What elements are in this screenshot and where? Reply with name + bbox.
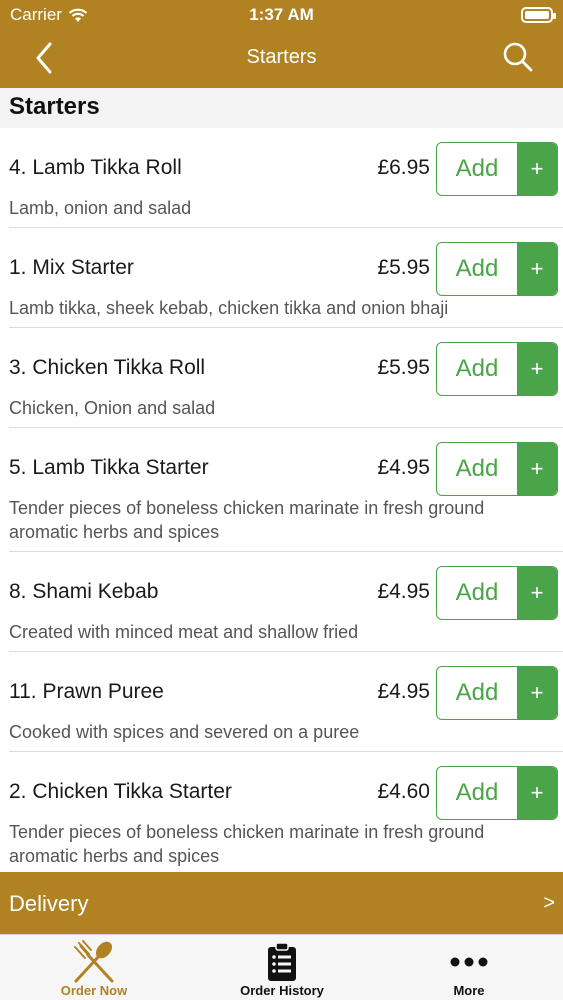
search-button[interactable] <box>501 40 535 74</box>
add-label: Add <box>455 355 499 382</box>
section-title: Starters <box>0 88 563 128</box>
menu-item[interactable]: 11. Prawn Puree £4.95 Add + Cooked with spic… <box>9 652 563 752</box>
menu-item[interactable]: 8. Shami Kebab £4.95 Add + Created with minc… <box>9 552 563 652</box>
tab-label-order-history: Order History <box>240 983 324 998</box>
item-price: £4.95 <box>377 680 430 703</box>
item-description: Lamb, onion and salad <box>9 198 192 218</box>
item-description: Chicken, Onion and salad <box>9 398 216 418</box>
tab-order-history[interactable]: Order History <box>188 935 376 1000</box>
add-to-cart-button[interactable]: Add + <box>436 766 558 820</box>
item-price: £5.95 <box>377 356 430 379</box>
battery-icon <box>521 7 556 23</box>
add-to-cart-button[interactable]: Add + <box>436 342 558 396</box>
plus-icon: + <box>517 767 557 819</box>
item-name: 3. Chicken Tikka Roll <box>9 356 206 379</box>
menu-item[interactable]: 5. Lamb Tikka Starter £4.95 Add + Tender pie… <box>9 428 563 552</box>
add-label: Add <box>455 579 499 606</box>
plus-icon: + <box>517 443 557 495</box>
add-to-cart-button[interactable]: Add + <box>436 666 558 720</box>
item-name: 4. Lamb Tikka Roll <box>9 156 182 179</box>
item-price: £4.95 <box>377 456 430 479</box>
add-to-cart-button[interactable]: Add + <box>436 566 558 620</box>
item-name: 2. Chicken Tikka Starter <box>9 780 232 803</box>
menu-item[interactable]: 4. Lamb Tikka Roll £6.95 Add + Lamb, onion a… <box>9 128 563 228</box>
nav-title: Starters <box>246 46 317 68</box>
menu-item[interactable]: 1. Mix Starter £5.95 Add + Lamb tikka, sheek… <box>9 228 563 328</box>
item-name: 8. Shami Kebab <box>9 580 159 603</box>
item-description: Created with minced meat and shallow fri… <box>9 622 359 642</box>
add-label: Add <box>455 679 499 706</box>
tab-label-more: More <box>453 983 485 998</box>
nav-bar: Starters <box>0 30 563 88</box>
plus-icon: + <box>517 667 557 719</box>
delivery-bar[interactable]: Delivery > <box>0 872 563 934</box>
item-price: £5.95 <box>377 256 430 279</box>
item-price: £4.60 <box>377 780 430 803</box>
add-to-cart-button[interactable]: Add + <box>436 242 558 296</box>
plus-icon: + <box>517 243 557 295</box>
clock: 1:37 AM <box>249 5 314 24</box>
item-name: 11. Prawn Puree <box>9 680 164 703</box>
item-name: 5. Lamb Tikka Starter <box>9 456 209 479</box>
tab-label-order-now: Order Now <box>60 983 128 998</box>
item-price: £6.95 <box>377 156 430 179</box>
add-label: Add <box>455 255 499 282</box>
tab-order-now[interactable]: Order Now <box>0 935 188 1000</box>
add-label: Add <box>455 155 499 182</box>
item-name: 1. Mix Starter <box>9 256 134 279</box>
delivery-arrow-icon: > <box>543 892 555 914</box>
add-to-cart-button[interactable]: Add + <box>436 442 558 496</box>
plus-icon: + <box>517 343 557 395</box>
search-icon <box>503 42 533 72</box>
add-to-cart-button[interactable]: Add + <box>436 142 558 196</box>
status-bar: Carrier 1:37 AM <box>0 0 563 30</box>
item-description: Tender pieces of boneless chicken marina… <box>9 498 485 542</box>
delivery-label: Delivery <box>9 891 89 916</box>
plus-icon: + <box>517 143 557 195</box>
item-description: Lamb tikka, sheek kebab, chicken tikka a… <box>9 298 449 318</box>
menu-item[interactable]: 3. Chicken Tikka Roll £5.95 Add + Chicken, O… <box>9 328 563 428</box>
menu-item[interactable]: 2. Chicken Tikka Starter £4.60 Add + Tender … <box>9 752 563 872</box>
menu-list[interactable]: Starters 4. Lamb Tikka Roll £6.95 Add + Lamb… <box>0 88 563 872</box>
more-dots-icon <box>450 957 488 967</box>
clipboard-icon <box>268 942 296 981</box>
items-container: 4. Lamb Tikka Roll £6.95 Add + Lamb, onion a… <box>0 128 563 872</box>
add-label: Add <box>455 779 499 806</box>
tab-bar: Order Now Order History More <box>0 934 563 1000</box>
add-label: Add <box>455 455 499 482</box>
item-price: £4.95 <box>377 580 430 603</box>
plus-icon: + <box>517 567 557 619</box>
tab-more[interactable]: More <box>375 935 563 1000</box>
item-description: Cooked with spices and severed on a pure… <box>9 722 360 742</box>
item-description: Tender pieces of boneless chicken marina… <box>9 822 485 866</box>
cutlery-icon <box>74 940 114 983</box>
